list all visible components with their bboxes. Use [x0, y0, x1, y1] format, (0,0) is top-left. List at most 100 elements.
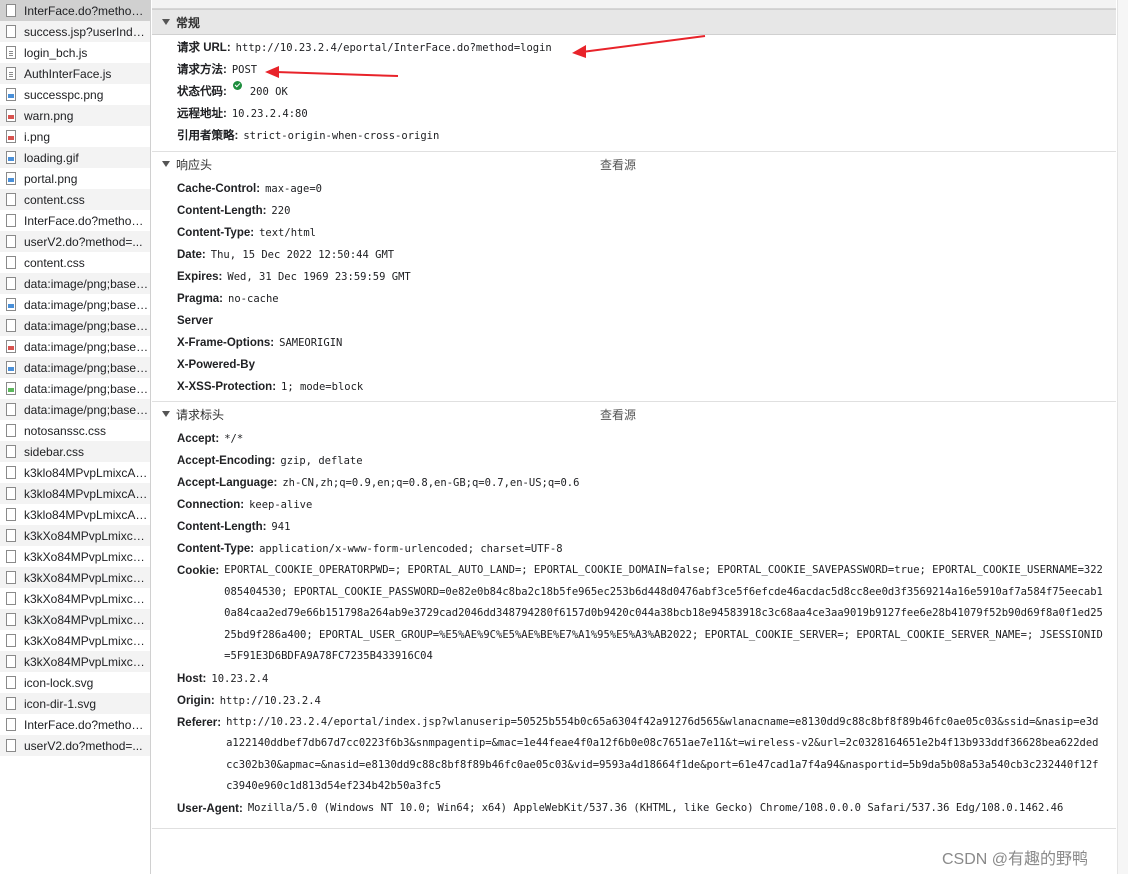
header-value[interactable]: 220: [271, 200, 290, 222]
request-list-item[interactable]: content.css: [0, 252, 150, 273]
header-value[interactable]: max-age=0: [265, 178, 322, 200]
response-headers-row: Pragma: no-cache: [152, 288, 1116, 310]
request-list-item[interactable]: content.css: [0, 189, 150, 210]
request-name: k3klo84MPvpLmixcAOX...: [24, 465, 150, 480]
general-section-header[interactable]: 常规: [152, 9, 1116, 35]
request-list-item[interactable]: data:image/png;base64...: [0, 336, 150, 357]
request-name: InterFace.do?method=...: [24, 213, 150, 228]
header-value[interactable]: keep-alive: [249, 494, 312, 516]
request-list-item[interactable]: success.jsp?userIndex=...: [0, 21, 150, 42]
header-value[interactable]: http://10.23.2.4/eportal/InterFace.do?me…: [236, 37, 552, 59]
request-list-item[interactable]: data:image/png;base64...: [0, 399, 150, 420]
request-list-item[interactable]: k3kXo84MPvpLmixcAO...: [0, 651, 150, 672]
header-value[interactable]: zh-CN,zh;q=0.9,en;q=0.8,en-GB;q=0.7,en-U…: [282, 472, 579, 494]
request-list-item[interactable]: InterFace.do?method=login: [0, 0, 150, 21]
request-list-item[interactable]: k3kXo84MPvpLmixcAO...: [0, 609, 150, 630]
request-list-item[interactable]: warn.png: [0, 105, 150, 126]
response-headers-section-header[interactable]: 响应头 查看源: [152, 151, 1116, 176]
watermark-text: CSDN @有趣的野鸭: [942, 851, 1089, 868]
image-file-icon: [6, 298, 16, 311]
request-view-source-link[interactable]: 查看源: [600, 406, 636, 423]
request-list-item[interactable]: icon-dir-1.svg: [0, 693, 150, 714]
vertical-scrollbar[interactable]: [1117, 0, 1128, 874]
header-value[interactable]: Mozilla/5.0 (Windows NT 10.0; Win64; x64…: [248, 798, 1063, 820]
request-list-item[interactable]: k3kXo84MPvpLmixcAO...: [0, 588, 150, 609]
request-name: content.css: [24, 192, 85, 207]
header-key: Cache-Control:: [177, 183, 261, 195]
request-list-item[interactable]: k3klo84MPvpLmixcAOX...: [0, 462, 150, 483]
details-tab-bar: [152, 0, 1116, 9]
request-list-item[interactable]: k3kXo84MPvpLmixcAO...: [0, 630, 150, 651]
header-key: Content-Type:: [177, 227, 255, 239]
header-value[interactable]: http://10.23.2.4/eportal/index.jsp?wlanu…: [226, 712, 1104, 798]
request-list-item[interactable]: icon-lock.svg: [0, 672, 150, 693]
header-value[interactable]: EPORTAL_COOKIE_OPERATORPWD=; EPORTAL_AUT…: [224, 560, 1104, 668]
header-value[interactable]: http://10.23.2.4: [220, 690, 321, 712]
header-value[interactable]: text/html: [259, 222, 316, 244]
request-list-item[interactable]: loading.gif: [0, 147, 150, 168]
request-list-item[interactable]: notosanssc.css: [0, 420, 150, 441]
request-name: data:image/png;base64...: [24, 360, 150, 375]
request-list-item[interactable]: AuthInterFace.js: [0, 63, 150, 84]
header-value[interactable]: strict-origin-when-cross-origin: [243, 125, 439, 147]
header-key: X-Powered-By: [177, 359, 255, 371]
file-icon: [6, 256, 16, 269]
request-name: icon-dir-1.svg: [24, 696, 97, 711]
header-value[interactable]: SAMEORIGIN: [279, 332, 342, 354]
header-value[interactable]: */*: [224, 428, 243, 450]
header-value[interactable]: 200 OK: [250, 81, 288, 103]
request-list-item[interactable]: data:image/png;base64...: [0, 294, 150, 315]
header-value[interactable]: Wed, 31 Dec 1969 23:59:59 GMT: [227, 266, 410, 288]
request-name: sidebar.css: [24, 444, 85, 459]
request-name: InterFace.do?method=...: [24, 717, 150, 732]
script-file-icon: [6, 46, 16, 59]
general-section-title: 常规: [176, 15, 201, 30]
request-name: k3kXo84MPvpLmixcAO...: [24, 612, 150, 627]
request-list-item[interactable]: InterFace.do?method=...: [0, 714, 150, 735]
request-list-item[interactable]: data:image/png;base64...: [0, 378, 150, 399]
request-list-item[interactable]: userV2.do?method=...: [0, 735, 150, 756]
collapse-triangle-icon[interactable]: [162, 411, 170, 417]
request-list-item[interactable]: portal.png: [0, 168, 150, 189]
header-value[interactable]: 10.23.2.4: [211, 668, 268, 690]
collapse-triangle-icon[interactable]: [162, 19, 170, 25]
response-headers-row: Expires: Wed, 31 Dec 1969 23:59:59 GMT: [152, 266, 1116, 288]
file-icon: [6, 4, 16, 17]
request-list-item[interactable]: k3klo84MPvpLmixcAOX...: [0, 504, 150, 525]
request-list-panel: InterFace.do?method=login success.jsp?use…: [0, 0, 151, 874]
request-list-item[interactable]: userV2.do?method=...: [0, 231, 150, 252]
request-list-item[interactable]: successpc.png: [0, 84, 150, 105]
request-name: successpc.png: [24, 87, 104, 102]
file-icon: [6, 25, 16, 38]
header-value[interactable]: 10.23.2.4:80: [232, 103, 308, 125]
collapse-triangle-icon[interactable]: [162, 161, 170, 167]
request-list-item[interactable]: k3kXo84MPvpLmixcAO...: [0, 525, 150, 546]
header-value[interactable]: 1; mode=block: [281, 376, 363, 398]
request-name: k3kXo84MPvpLmixcAO...: [24, 570, 150, 585]
response-headers-row: Server: [152, 310, 1116, 332]
request-list-item[interactable]: data:image/png;base64...: [0, 315, 150, 336]
header-value[interactable]: no-cache: [228, 288, 279, 310]
request-list-item[interactable]: k3kXo84MPvpLmixcAO...: [0, 567, 150, 588]
header-value[interactable]: gzip, deflate: [280, 450, 362, 472]
header-value[interactable]: POST: [232, 59, 257, 81]
request-list-item[interactable]: login_bch.js: [0, 42, 150, 63]
request-headers-body: Accept: */* Accept-Encoding: gzip, deflate A…: [152, 426, 1116, 820]
request-list-item[interactable]: data:image/png;base64...: [0, 273, 150, 294]
request-list-item[interactable]: i.png: [0, 126, 150, 147]
request-list-item[interactable]: InterFace.do?method=...: [0, 210, 150, 231]
request-name: data:image/png;base64...: [24, 402, 150, 417]
header-value[interactable]: application/x-www-form-urlencoded; chars…: [259, 538, 562, 560]
request-headers-section-header[interactable]: 请求标头 查看源: [152, 401, 1116, 426]
header-value[interactable]: 941: [271, 516, 290, 538]
request-name: i.png: [24, 129, 51, 144]
response-view-source-link[interactable]: 查看源: [600, 156, 636, 173]
request-list-item[interactable]: k3kXo84MPvpLmixcAO...: [0, 546, 150, 567]
header-value[interactable]: Thu, 15 Dec 2022 12:50:44 GMT: [211, 244, 394, 266]
request-name: data:image/png;base64...: [24, 297, 150, 312]
request-list-item[interactable]: sidebar.css: [0, 441, 150, 462]
request-name: portal.png: [24, 171, 78, 186]
request-list-item[interactable]: data:image/png;base64...: [0, 357, 150, 378]
request-list-item[interactable]: k3klo84MPvpLmixcAOX...: [0, 483, 150, 504]
header-key: 请求 URL:: [177, 42, 231, 54]
